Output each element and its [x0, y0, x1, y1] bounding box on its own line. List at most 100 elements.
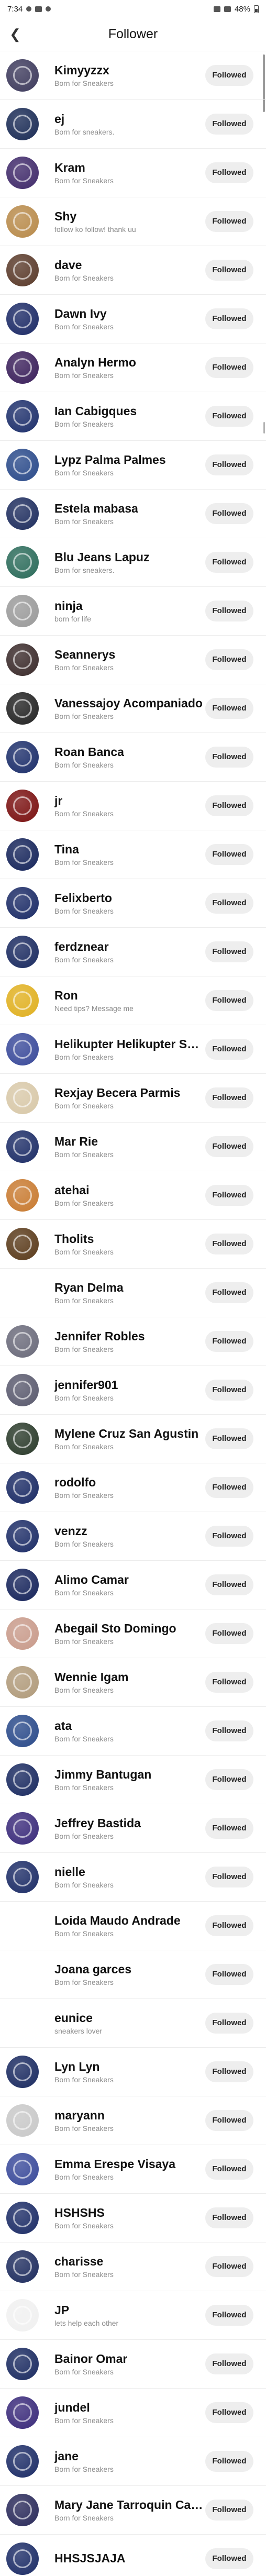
- follower-name[interactable]: Analyn Hermo: [54, 355, 205, 370]
- followed-button[interactable]: Followed: [205, 1623, 253, 1644]
- avatar[interactable]: [6, 1958, 39, 1991]
- avatar[interactable]: [6, 1715, 39, 1747]
- follower-row[interactable]: Joana garces Born for Sneakers Followed: [0, 1950, 266, 1999]
- follower-row[interactable]: Rexjay Becera Parmis Born for Sneakers Fol…: [0, 1074, 266, 1123]
- follower-name[interactable]: Jennifer Robles: [54, 1329, 205, 1343]
- avatar[interactable]: [6, 1325, 39, 1358]
- follower-name[interactable]: HSHSHS: [54, 2205, 205, 2220]
- follower-row[interactable]: Vanessajoy Acompaniado Born for Sneakers F…: [0, 684, 266, 733]
- followed-button[interactable]: Followed: [205, 1282, 253, 1303]
- follower-row[interactable]: ej Born for sneakers. Followed: [0, 100, 266, 149]
- follower-row[interactable]: jennifer901 Born for Sneakers Followed: [0, 1366, 266, 1415]
- followed-button[interactable]: Followed: [205, 941, 253, 962]
- follower-row[interactable]: JP lets help each other Followed: [0, 2291, 266, 2340]
- follower-row[interactable]: eunice sneakers lover Followed: [0, 1999, 266, 2048]
- follower-name[interactable]: Rexjay Becera Parmis: [54, 1085, 205, 1100]
- follower-name[interactable]: Jimmy Bantugan: [54, 1767, 205, 1782]
- follower-row[interactable]: Lypz Palma Palmes Born for Sneakers Follow…: [0, 441, 266, 490]
- followed-button[interactable]: Followed: [205, 65, 253, 86]
- follower-name[interactable]: Felixberto: [54, 891, 205, 905]
- follower-row[interactable]: jane Born for Sneakers Followed: [0, 2437, 266, 2486]
- followed-button[interactable]: Followed: [205, 893, 253, 914]
- follower-name[interactable]: jr: [54, 793, 205, 808]
- avatar[interactable]: [6, 497, 39, 530]
- followed-button[interactable]: Followed: [205, 211, 253, 232]
- followed-button[interactable]: Followed: [205, 2305, 253, 2326]
- follower-name[interactable]: Seannerys: [54, 647, 205, 662]
- follower-name[interactable]: Mylene Cruz San Agustin: [54, 1426, 205, 1441]
- avatar[interactable]: [6, 2494, 39, 2526]
- avatar[interactable]: [6, 546, 39, 579]
- avatar[interactable]: [6, 1179, 39, 1212]
- avatar[interactable]: [6, 1569, 39, 1601]
- follower-row[interactable]: Ian Cabigques Born for Sneakers Followed: [0, 392, 266, 441]
- avatar[interactable]: [6, 984, 39, 1017]
- follower-row[interactable]: Mylene Cruz San Agustin Born for Sneakers…: [0, 1415, 266, 1463]
- follower-row[interactable]: HHSJSJAJA Followed: [0, 2535, 266, 2576]
- follower-row[interactable]: dave Born for Sneakers Followed: [0, 246, 266, 295]
- avatar[interactable]: [6, 741, 39, 773]
- followed-button[interactable]: Followed: [205, 1526, 253, 1547]
- followed-button[interactable]: Followed: [205, 1234, 253, 1254]
- follower-name[interactable]: Dawn Ivy: [54, 306, 205, 321]
- avatar[interactable]: [6, 59, 39, 92]
- follower-row[interactable]: charisse Born for Sneakers Followed: [0, 2242, 266, 2291]
- avatar[interactable]: [6, 449, 39, 481]
- followed-button[interactable]: Followed: [205, 1087, 253, 1108]
- avatar[interactable]: [6, 205, 39, 238]
- avatar[interactable]: [6, 1033, 39, 1065]
- followed-button[interactable]: Followed: [205, 2451, 253, 2472]
- followed-button[interactable]: Followed: [205, 990, 253, 1011]
- followed-button[interactable]: Followed: [205, 1039, 253, 1060]
- follower-row[interactable]: Loida Maudo Andrade Born for Sneakers Foll…: [0, 1902, 266, 1950]
- follower-row[interactable]: jundel Born for Sneakers Followed: [0, 2389, 266, 2437]
- follower-row[interactable]: nielle Born for Sneakers Followed: [0, 1853, 266, 1902]
- follower-row[interactable]: Mary Jane Tarroquin Caingay Born for Snea…: [0, 2486, 266, 2535]
- follower-row[interactable]: Alimo Camar Born for Sneakers Followed: [0, 1561, 266, 1609]
- follower-row[interactable]: Emma Erespe Visaya Born for Sneakers Follo…: [0, 2145, 266, 2194]
- follower-name[interactable]: Estela mabasa: [54, 501, 205, 516]
- followed-button[interactable]: Followed: [205, 552, 253, 573]
- avatar[interactable]: [6, 254, 39, 286]
- avatar[interactable]: [6, 157, 39, 189]
- follower-row[interactable]: jr Born for Sneakers Followed: [0, 782, 266, 830]
- followed-button[interactable]: Followed: [205, 1964, 253, 1985]
- follower-row[interactable]: HSHSHS Born for Sneakers Followed: [0, 2194, 266, 2242]
- followed-button[interactable]: Followed: [205, 2159, 253, 2180]
- avatar[interactable]: [6, 936, 39, 968]
- followed-button[interactable]: Followed: [205, 503, 253, 524]
- avatar[interactable]: [6, 887, 39, 919]
- follower-row[interactable]: Shy follow ko follow! thank uu Followed: [0, 197, 266, 246]
- followed-button[interactable]: Followed: [205, 454, 253, 475]
- follower-row[interactable]: ata Born for Sneakers Followed: [0, 1707, 266, 1756]
- followed-button[interactable]: Followed: [205, 1867, 253, 1887]
- follower-name[interactable]: Emma Erespe Visaya: [54, 2157, 205, 2171]
- followed-button[interactable]: Followed: [205, 1136, 253, 1157]
- avatar[interactable]: [6, 1666, 39, 1698]
- follower-name[interactable]: JP: [54, 2303, 205, 2317]
- follower-row[interactable]: Estela mabasa Born for Sneakers Followed: [0, 490, 266, 538]
- follower-row[interactable]: Analyn Hermo Born for Sneakers Followed: [0, 343, 266, 392]
- followed-button[interactable]: Followed: [205, 406, 253, 427]
- follower-name[interactable]: nielle: [54, 1864, 205, 1879]
- follower-row[interactable]: Jennifer Robles Born for Sneakers Followed: [0, 1317, 266, 1366]
- follower-row[interactable]: rodolfo Born for Sneakers Followed: [0, 1463, 266, 1512]
- avatar[interactable]: [6, 1228, 39, 1260]
- avatar[interactable]: [6, 643, 39, 676]
- followed-button[interactable]: Followed: [205, 698, 253, 719]
- follower-row[interactable]: Ryan Delma Born for Sneakers Followed: [0, 1269, 266, 1317]
- follower-name[interactable]: atehai: [54, 1183, 205, 1197]
- follower-name[interactable]: Shy: [54, 209, 205, 224]
- follower-name[interactable]: maryann: [54, 2108, 205, 2123]
- followed-button[interactable]: Followed: [205, 1185, 253, 1206]
- followed-button[interactable]: Followed: [205, 1380, 253, 1401]
- follower-row[interactable]: Bainor Omar Born for Sneakers Followed: [0, 2340, 266, 2389]
- avatar[interactable]: [6, 838, 39, 871]
- avatar[interactable]: [6, 692, 39, 725]
- follower-name[interactable]: eunice: [54, 2011, 205, 2025]
- follower-row[interactable]: venzz Born for Sneakers Followed: [0, 1512, 266, 1561]
- follower-name[interactable]: Helikupter Helikupter Sarmiento: [54, 1037, 205, 1051]
- followed-button[interactable]: Followed: [205, 2353, 253, 2374]
- follower-row[interactable]: Blu Jeans Lapuz Born for sneakers. Followe…: [0, 538, 266, 587]
- follower-row[interactable]: Wennie Igam Born for Sneakers Followed: [0, 1658, 266, 1707]
